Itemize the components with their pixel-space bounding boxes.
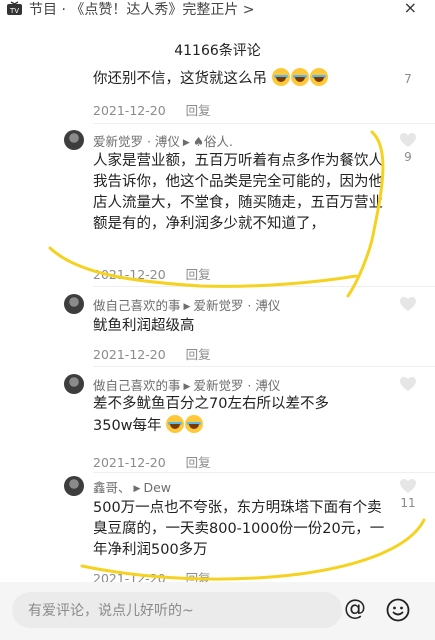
heart-icon (400, 377, 416, 391)
comment-item: 做自己喜欢的事 ▶ 爱新觉罗 · 溥仪 差不多鱿鱼百分之70左右所以差不多350w每… (0, 373, 435, 473)
comment-meta: 2021-12-20 回复 (93, 100, 211, 119)
comment-date: 2021-12-20 (93, 347, 166, 362)
input-placeholder: 有爱评论，说点儿好听的~ (28, 603, 194, 619)
heart-icon (400, 479, 416, 493)
comment-meta: 2021-12-20 回复 (93, 452, 211, 471)
avatar[interactable] (64, 476, 84, 496)
comment-count: 41166条评论 (174, 43, 261, 59)
comment-date: 2021-12-20 (93, 267, 166, 282)
reply-to-username[interactable]: Dew (143, 480, 171, 495)
comment-item: 你还别不信，这货就这么吊 2021-12-20 回复 7 (0, 64, 435, 124)
reply-button[interactable]: 回复 (186, 347, 211, 362)
comment-text: 差不多鱿鱼百分之70左右所以差不多350w每年 (93, 396, 329, 434)
comment-text: 500万一点也不夸张，东方明珠塔下面有个卖臭豆腐的，一天卖800-1000份一份… (93, 500, 385, 558)
username[interactable]: 做自己喜欢的事 (93, 298, 181, 313)
like-button[interactable]: 11 (399, 478, 417, 510)
reply-arrow-icon: ▶ (133, 484, 141, 494)
divider (93, 286, 435, 287)
reply-to-username[interactable]: 爱新觉罗 · 溥仪 (193, 298, 280, 313)
username[interactable]: 爱新觉罗 · 溥仪 (93, 134, 180, 149)
username[interactable]: 做自己喜欢的事 (93, 378, 181, 393)
comment-author-line: 鑫哥、 ▶ Dew (93, 477, 171, 496)
top-bar: TV 节目 · 《点赞！达人秀》完整正片 > × (0, 0, 435, 22)
reply-arrow-icon: ▶ (182, 138, 190, 148)
laugh-cry-emoji-icon (271, 68, 290, 86)
tv-icon: TV (7, 1, 22, 15)
reply-button[interactable]: 回复 (186, 267, 211, 282)
reply-arrow-icon: ▶ (183, 382, 191, 392)
comment-date: 2021-12-20 (93, 103, 166, 118)
like-button[interactable] (399, 296, 417, 312)
reply-button[interactable]: 回复 (186, 103, 211, 118)
like-button[interactable]: 9 (399, 132, 417, 164)
close-icon[interactable]: × (404, 0, 417, 17)
comment-author-line: 做自己喜欢的事 ▶ 爱新觉罗 · 溥仪 (93, 295, 280, 314)
avatar[interactable] (64, 294, 84, 314)
comment-item: 爱新觉罗 · 溥仪 ▶ ♠俗人. 人家是营业额，五百万听着有点多作为餐饮人我告诉你，… (0, 126, 435, 287)
comment-item: 鑫哥、 ▶ Dew 500万一点也不夸张，东方明珠塔下面有个卖臭豆腐的，一天卖800… (0, 474, 435, 586)
laugh-cry-emoji-icon (309, 68, 328, 86)
svg-text:TV: TV (9, 7, 19, 15)
like-count: 9 (404, 150, 412, 164)
like-count: 7 (404, 72, 412, 86)
reply-to-username[interactable]: 爱新觉罗 · 溥仪 (193, 378, 280, 393)
reply-arrow-icon: ▶ (183, 302, 191, 312)
reply-button[interactable]: 回复 (186, 455, 211, 470)
comment-author-line: 爱新觉罗 · 溥仪 ▶ ♠俗人. (93, 131, 233, 150)
comment-meta: 2021-12-20 回复 (93, 344, 211, 363)
like-button[interactable] (399, 376, 417, 392)
smile-icon[interactable] (386, 598, 410, 622)
comment-author-line: 做自己喜欢的事 ▶ 爱新觉罗 · 溥仪 (93, 375, 280, 394)
comment-date: 2021-12-20 (93, 455, 166, 470)
crying-emoji-icon (185, 415, 204, 433)
at-icon[interactable]: @ (344, 596, 366, 621)
program-link[interactable]: 节目 · 《点赞！达人秀》完整正片 > (29, 0, 255, 19)
heart-icon (400, 297, 416, 311)
heart-icon (400, 133, 416, 147)
comment-input[interactable]: 有爱评论，说点儿好听的~ (12, 592, 342, 628)
laugh-cry-emoji-icon (290, 68, 309, 86)
comment-text: 人家是营业额，五百万听着有点多作为餐饮人我告诉你，他这个品类是完全可能的，因为他… (93, 153, 383, 232)
comment-text: 鱿鱼利润超级高 (93, 318, 195, 334)
divider (93, 366, 435, 367)
comment-meta: 2021-12-20 回复 (93, 264, 211, 283)
crying-emoji-icon (166, 415, 185, 433)
reply-to-username[interactable]: ♠俗人. (193, 134, 233, 149)
like-button[interactable]: 7 (399, 70, 417, 86)
divider (93, 123, 435, 124)
comment-input-bar: 有爱评论，说点儿好听的~ @ (0, 582, 435, 640)
divider (93, 472, 435, 473)
comment-text: 你还别不信，这货就这么吊 (93, 68, 393, 90)
avatar[interactable] (64, 374, 84, 394)
comment-item: 做自己喜欢的事 ▶ 爱新觉罗 · 溥仪 鱿鱼利润超级高 2021-12-20 回复 (0, 293, 435, 367)
like-count: 11 (400, 496, 416, 510)
username[interactable]: 鑫哥、 (93, 480, 131, 495)
avatar[interactable] (64, 130, 84, 150)
